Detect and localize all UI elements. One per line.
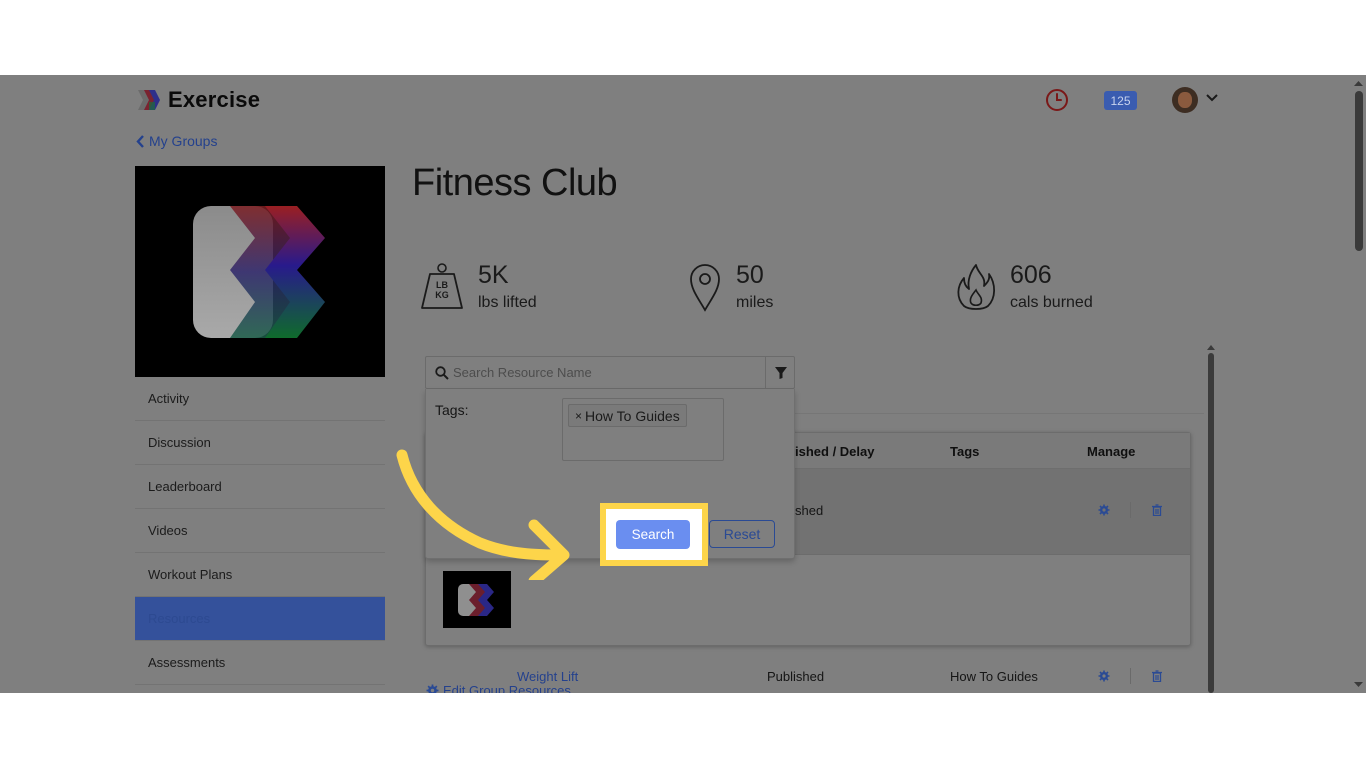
page-scrollbar[interactable] [1351, 75, 1366, 693]
inner-scrollbar[interactable] [1205, 343, 1217, 693]
row-status: shed [795, 503, 824, 518]
manage-divider [1130, 668, 1131, 684]
tag-chip: × How To Guides [568, 404, 687, 427]
stat-label: cals burned [1010, 293, 1093, 311]
app-name: Exercise [168, 87, 261, 112]
pointer-arrow-icon [396, 449, 570, 580]
sidebar-item-activity[interactable]: Activity [135, 377, 385, 421]
row-tags: How To Guides [950, 669, 1038, 684]
filter-toggle-button[interactable] [765, 357, 795, 388]
row-status: Published [767, 669, 825, 684]
stat-lbs-lifted: LB KG 5K lbs lifted [420, 261, 537, 312]
tags-label: Tags: [435, 402, 469, 418]
screen-bottom-border [0, 693, 1366, 768]
sidebar-item-resources[interactable]: Resources [135, 597, 385, 641]
stat-cals-burned: 606 cals burned [956, 261, 1093, 312]
edit-group-resources-link[interactable]: Edit Group Resources [426, 683, 571, 693]
stat-label: lbs lifted [478, 293, 537, 311]
avatar[interactable] [1172, 87, 1198, 113]
inner-scrollbar-thumb[interactable] [1208, 353, 1214, 693]
stat-miles-text: 50 miles [736, 261, 774, 312]
scroll-down-icon[interactable] [1351, 680, 1366, 690]
sidebar-item-workout-plans[interactable]: Workout Plans [135, 553, 385, 597]
sidebar-item-assessments[interactable]: Assessments [135, 641, 385, 685]
gear-icon[interactable] [1098, 670, 1110, 682]
weight-icon-text: LB KG [435, 280, 449, 300]
back-link-label: My Groups [149, 133, 218, 149]
stat-miles: 50 miles [688, 261, 774, 312]
resource-name-link[interactable]: Weight Lift [517, 669, 578, 684]
exercise-logo-icon [138, 90, 160, 110]
scroll-up-icon[interactable] [1351, 78, 1366, 88]
reset-button[interactable]: Reset [709, 520, 775, 548]
scroll-up-icon[interactable] [1205, 343, 1217, 351]
filter-icon [775, 367, 787, 379]
screen-top-border [0, 0, 1366, 75]
chevron-left-icon [136, 134, 144, 148]
group-sidebar: Activity Discussion Leaderboard Videos W… [135, 377, 385, 685]
page-title: Fitness Club [412, 162, 618, 204]
flame-icon [957, 264, 996, 310]
sidebar-item-discussion[interactable]: Discussion [135, 421, 385, 465]
trash-icon[interactable] [1151, 670, 1163, 682]
group-logo-graphic [193, 206, 325, 338]
column-published[interactable]: ished / Delay [795, 444, 874, 459]
clock-icon[interactable] [1045, 88, 1069, 112]
notification-badge[interactable]: 125 [1104, 91, 1137, 110]
stat-label: miles [736, 293, 774, 311]
gear-icon[interactable] [1098, 504, 1110, 516]
avatar-face [1178, 92, 1192, 108]
stat-cals-text: 606 cals burned [1010, 261, 1093, 312]
stat-value: 5K [478, 261, 509, 289]
app-viewport: Exercise 125 My Groups Activity Discussi… [0, 75, 1366, 693]
group-cover-image [135, 166, 385, 377]
sidebar-item-videos[interactable]: Videos [135, 509, 385, 553]
gear-icon [426, 684, 439, 693]
remove-tag-icon[interactable]: × [575, 409, 582, 423]
edit-link-label: Edit Group Resources [443, 683, 571, 693]
stat-value: 50 [736, 261, 764, 289]
chevron-down-icon[interactable] [1205, 93, 1219, 103]
column-tags[interactable]: Tags [950, 444, 979, 459]
search-input[interactable] [453, 358, 763, 387]
section-divider [795, 413, 1204, 414]
stat-lbs-text: 5K lbs lifted [478, 261, 537, 312]
trash-icon[interactable] [1151, 504, 1163, 516]
location-pin-icon [690, 264, 720, 312]
search-button[interactable]: Search [616, 520, 690, 549]
resource-search-bar [425, 356, 795, 389]
sidebar-item-leaderboard[interactable]: Leaderboard [135, 465, 385, 509]
app-logo[interactable]: Exercise [136, 87, 260, 113]
stat-value: 606 [1010, 261, 1052, 289]
back-to-groups-link[interactable]: My Groups [136, 133, 217, 149]
manage-divider [1130, 502, 1131, 518]
column-manage: Manage [1087, 444, 1136, 459]
search-icon [435, 366, 449, 380]
tag-chip-label: How To Guides [585, 407, 680, 424]
page-scrollbar-thumb[interactable] [1355, 91, 1363, 251]
